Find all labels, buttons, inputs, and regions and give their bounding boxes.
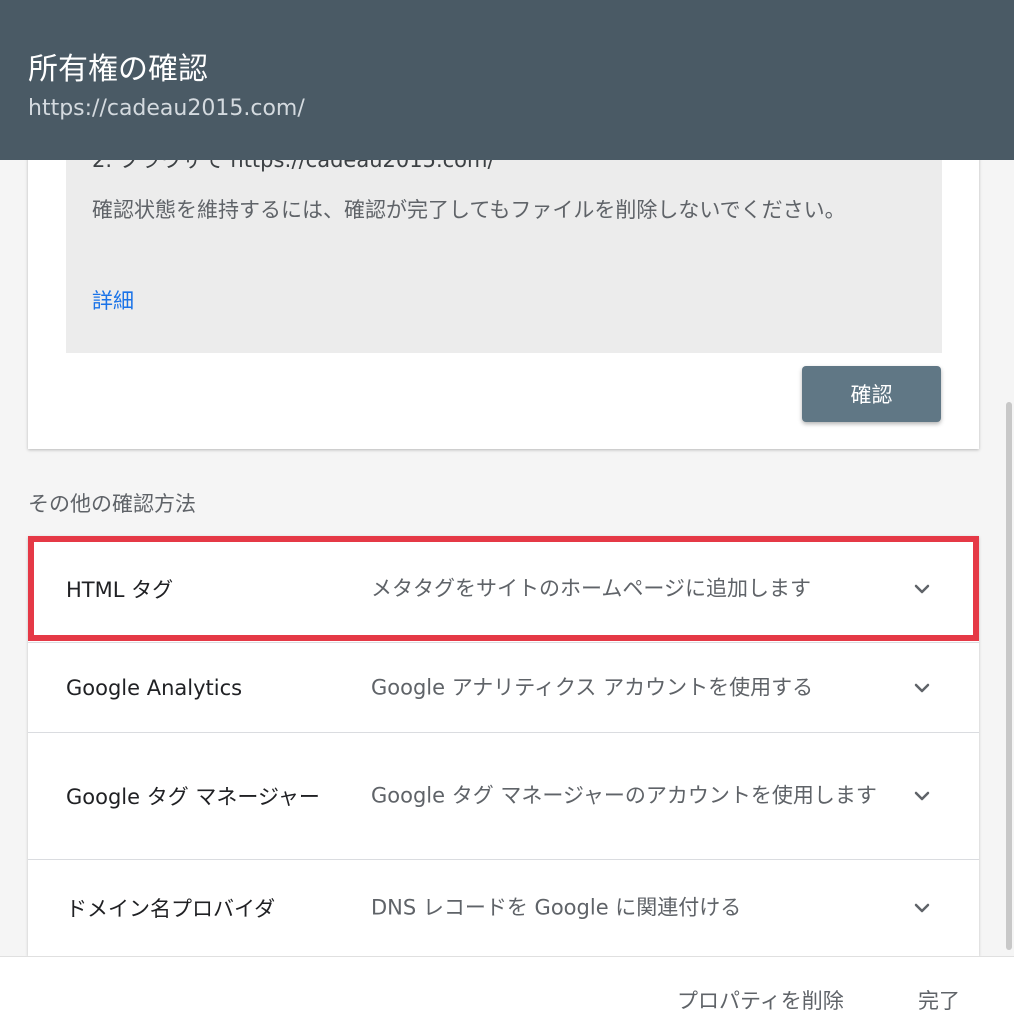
method-description: メタタグをサイトのホームページに追加します xyxy=(371,576,811,601)
verification-card: 2. ブラウザで https://cadeau2015.com/ 確認状態を維持… xyxy=(28,120,979,449)
done-button[interactable]: 完了 xyxy=(918,985,960,1015)
delete-property-button[interactable]: プロパティを削除 xyxy=(677,985,844,1015)
method-google-tag-manager[interactable]: Google タグ マネージャー Google タグ マネージャーのアカウントを… xyxy=(28,733,979,860)
method-name: HTML タグ xyxy=(66,578,174,602)
method-google-analytics[interactable]: Google Analytics Google アナリティクス アカウントを使用… xyxy=(28,643,979,733)
chevron-down-icon[interactable] xyxy=(910,896,934,920)
method-name: Google Analytics xyxy=(66,675,243,700)
method-name: ドメイン名プロバイダ xyxy=(66,897,276,921)
confirm-button[interactable]: 確認 xyxy=(802,366,941,422)
dialog-header: 所有権の確認 https://cadeau2015.com/ xyxy=(0,0,1014,160)
method-description: Google アナリティクス アカウントを使用する xyxy=(371,675,814,699)
method-name: Google タグ マネージャー xyxy=(66,785,320,809)
details-link[interactable]: 詳細 xyxy=(92,285,134,315)
method-html-tag[interactable]: HTML タグ メタタグをサイトのホームページに追加します xyxy=(28,536,979,643)
dialog-title: 所有権の確認 xyxy=(28,52,208,87)
method-description: Google タグ マネージャーのアカウントを使用します xyxy=(371,783,877,808)
dialog-footer: プロパティを削除 完了 xyxy=(0,956,1014,1025)
property-url: https://cadeau2015.com/ xyxy=(28,96,305,121)
scrollbar[interactable] xyxy=(1006,402,1012,950)
method-list: HTML タグ メタタグをサイトのホームページに追加します Google Ana… xyxy=(28,536,979,956)
chevron-down-icon[interactable] xyxy=(910,784,934,808)
keep-file-note: 確認状態を維持するには、確認が完了してもファイルを削除しないでください。 xyxy=(92,198,846,222)
method-domain-provider[interactable]: ドメイン名プロバイダ DNS レコードを Google に関連付ける xyxy=(28,860,979,956)
other-methods-heading: その他の確認方法 xyxy=(28,492,196,516)
chevron-down-icon[interactable] xyxy=(910,676,934,700)
method-description: DNS レコードを Google に関連付ける xyxy=(371,895,742,920)
chevron-down-icon[interactable] xyxy=(910,577,934,601)
